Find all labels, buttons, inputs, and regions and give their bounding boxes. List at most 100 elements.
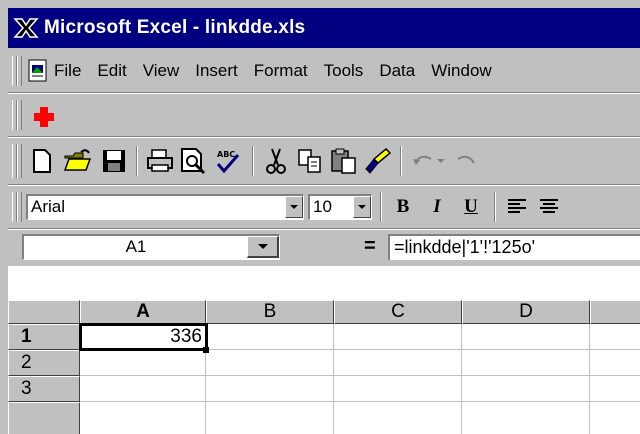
cell-b1[interactable]	[206, 324, 334, 350]
format-painter-icon	[365, 147, 392, 174]
formula-bar: A1 = =linkdde|'1'!'125o'	[8, 230, 640, 264]
menu-window[interactable]: Window	[431, 61, 491, 81]
cell-a1[interactable]: 336	[79, 323, 208, 351]
chevron-down-icon	[257, 244, 268, 249]
row-header-1[interactable]: 1	[8, 324, 80, 350]
formula-input[interactable]: =linkdde|'1'!'125o'	[388, 234, 640, 260]
save-button[interactable]	[98, 145, 130, 177]
paste-button[interactable]	[328, 145, 360, 177]
copy-icon	[298, 149, 321, 173]
redo-icon	[457, 155, 475, 164]
window-title: Microsoft Excel - linkdde.xls	[44, 17, 306, 38]
cell-d3[interactable]	[462, 376, 590, 402]
new-button[interactable]	[26, 145, 58, 177]
toolbar-separator	[400, 146, 402, 176]
bold-button[interactable]: B	[388, 194, 418, 220]
red-cross-button[interactable]	[28, 101, 60, 133]
cell-d4[interactable]	[462, 402, 590, 434]
scissors-icon	[266, 148, 286, 174]
excel-x-icon	[12, 14, 40, 42]
print-preview-button[interactable]	[178, 145, 210, 177]
name-box[interactable]: A1	[22, 234, 280, 260]
cell-e3[interactable]	[590, 376, 640, 402]
menu-edit[interactable]: Edit	[97, 61, 126, 81]
cell-a4[interactable]	[80, 402, 206, 434]
toolbar-grip-2[interactable]	[17, 100, 22, 130]
copy-button[interactable]	[294, 145, 326, 177]
select-all-corner[interactable]	[8, 300, 80, 324]
align-center-button[interactable]	[534, 194, 564, 220]
cell-c1[interactable]	[334, 324, 462, 350]
open-button[interactable]	[62, 145, 94, 177]
menu-grip-2[interactable]	[17, 56, 22, 86]
cell-e4[interactable]	[590, 402, 640, 434]
cell-a3[interactable]	[80, 376, 206, 402]
cell-d1[interactable]	[462, 324, 590, 350]
column-header-a[interactable]: A	[80, 300, 206, 324]
column-header-d[interactable]: D	[462, 300, 590, 324]
cell-b4[interactable]	[206, 402, 334, 434]
cell-c3[interactable]	[334, 376, 462, 402]
print-button[interactable]	[144, 145, 176, 177]
formatting-toolbar: Arial 10 B I U	[8, 186, 640, 228]
column-header-c[interactable]: C	[334, 300, 462, 324]
italic-icon: I	[433, 196, 441, 217]
underline-icon: U	[464, 196, 478, 217]
cut-button[interactable]	[260, 145, 292, 177]
toolbar-grip-2[interactable]	[17, 192, 22, 222]
worksheet-grid[interactable]: A B C D 1 2 3 336	[8, 266, 640, 434]
align-left-icon	[508, 199, 526, 213]
cell-e1[interactable]	[590, 324, 640, 350]
print-preview-icon	[181, 148, 206, 175]
fill-handle[interactable]	[203, 347, 209, 353]
menu-data[interactable]: Data	[379, 61, 415, 81]
menu-file[interactable]: File	[54, 61, 81, 81]
font-name-value: Arial	[31, 197, 66, 216]
open-folder-icon	[63, 149, 92, 171]
menu-tools[interactable]: Tools	[324, 61, 364, 81]
floppy-disk-icon	[103, 150, 125, 172]
font-size-combo[interactable]: 10	[308, 194, 372, 220]
undo-dropdown[interactable]	[434, 145, 448, 177]
row-header-4[interactable]	[8, 402, 80, 434]
toolbar-separator	[380, 192, 382, 222]
cell-d2[interactable]	[462, 350, 590, 376]
chevron-down-icon	[437, 159, 445, 163]
font-size-dropdown[interactable]	[353, 196, 371, 218]
toolbar-grip-2[interactable]	[17, 144, 22, 178]
menu-insert[interactable]: Insert	[195, 61, 238, 81]
chevron-down-icon	[290, 205, 298, 209]
column-header-b[interactable]: B	[206, 300, 334, 324]
row-header-3[interactable]: 3	[8, 376, 80, 402]
toolbar-separator	[136, 146, 138, 176]
bold-icon: B	[396, 196, 410, 217]
format-painter-button[interactable]	[362, 145, 394, 177]
toolbar-separator	[252, 146, 254, 176]
row-header-2[interactable]: 2	[8, 350, 80, 376]
font-name-dropdown[interactable]	[285, 196, 303, 218]
menu-view[interactable]: View	[143, 61, 180, 81]
spelling-button[interactable]: ABC	[212, 145, 244, 177]
addin-toolbar	[8, 94, 640, 136]
italic-button[interactable]: I	[422, 194, 452, 220]
column-header-e[interactable]	[590, 300, 640, 324]
document-icon[interactable]	[26, 58, 52, 84]
redo-button[interactable]	[450, 145, 480, 177]
title-bar[interactable]: Microsoft Excel - linkdde.xls	[8, 8, 640, 48]
cell-b3[interactable]	[206, 376, 334, 402]
red-cross-icon	[34, 107, 54, 127]
underline-button[interactable]: U	[456, 194, 486, 220]
chevron-down-icon	[358, 205, 366, 209]
cell-b2[interactable]	[206, 350, 334, 376]
cell-c4[interactable]	[334, 402, 462, 434]
align-center-icon	[540, 199, 558, 213]
printer-icon	[147, 149, 173, 172]
name-box-dropdown[interactable]	[247, 236, 279, 258]
align-left-button[interactable]	[502, 194, 532, 220]
cell-a2[interactable]	[80, 350, 206, 376]
cell-e2[interactable]	[590, 350, 640, 376]
edit-formula-button[interactable]: =	[364, 236, 384, 258]
menu-format[interactable]: Format	[254, 61, 308, 81]
font-name-combo[interactable]: Arial	[26, 194, 304, 220]
cell-c2[interactable]	[334, 350, 462, 376]
